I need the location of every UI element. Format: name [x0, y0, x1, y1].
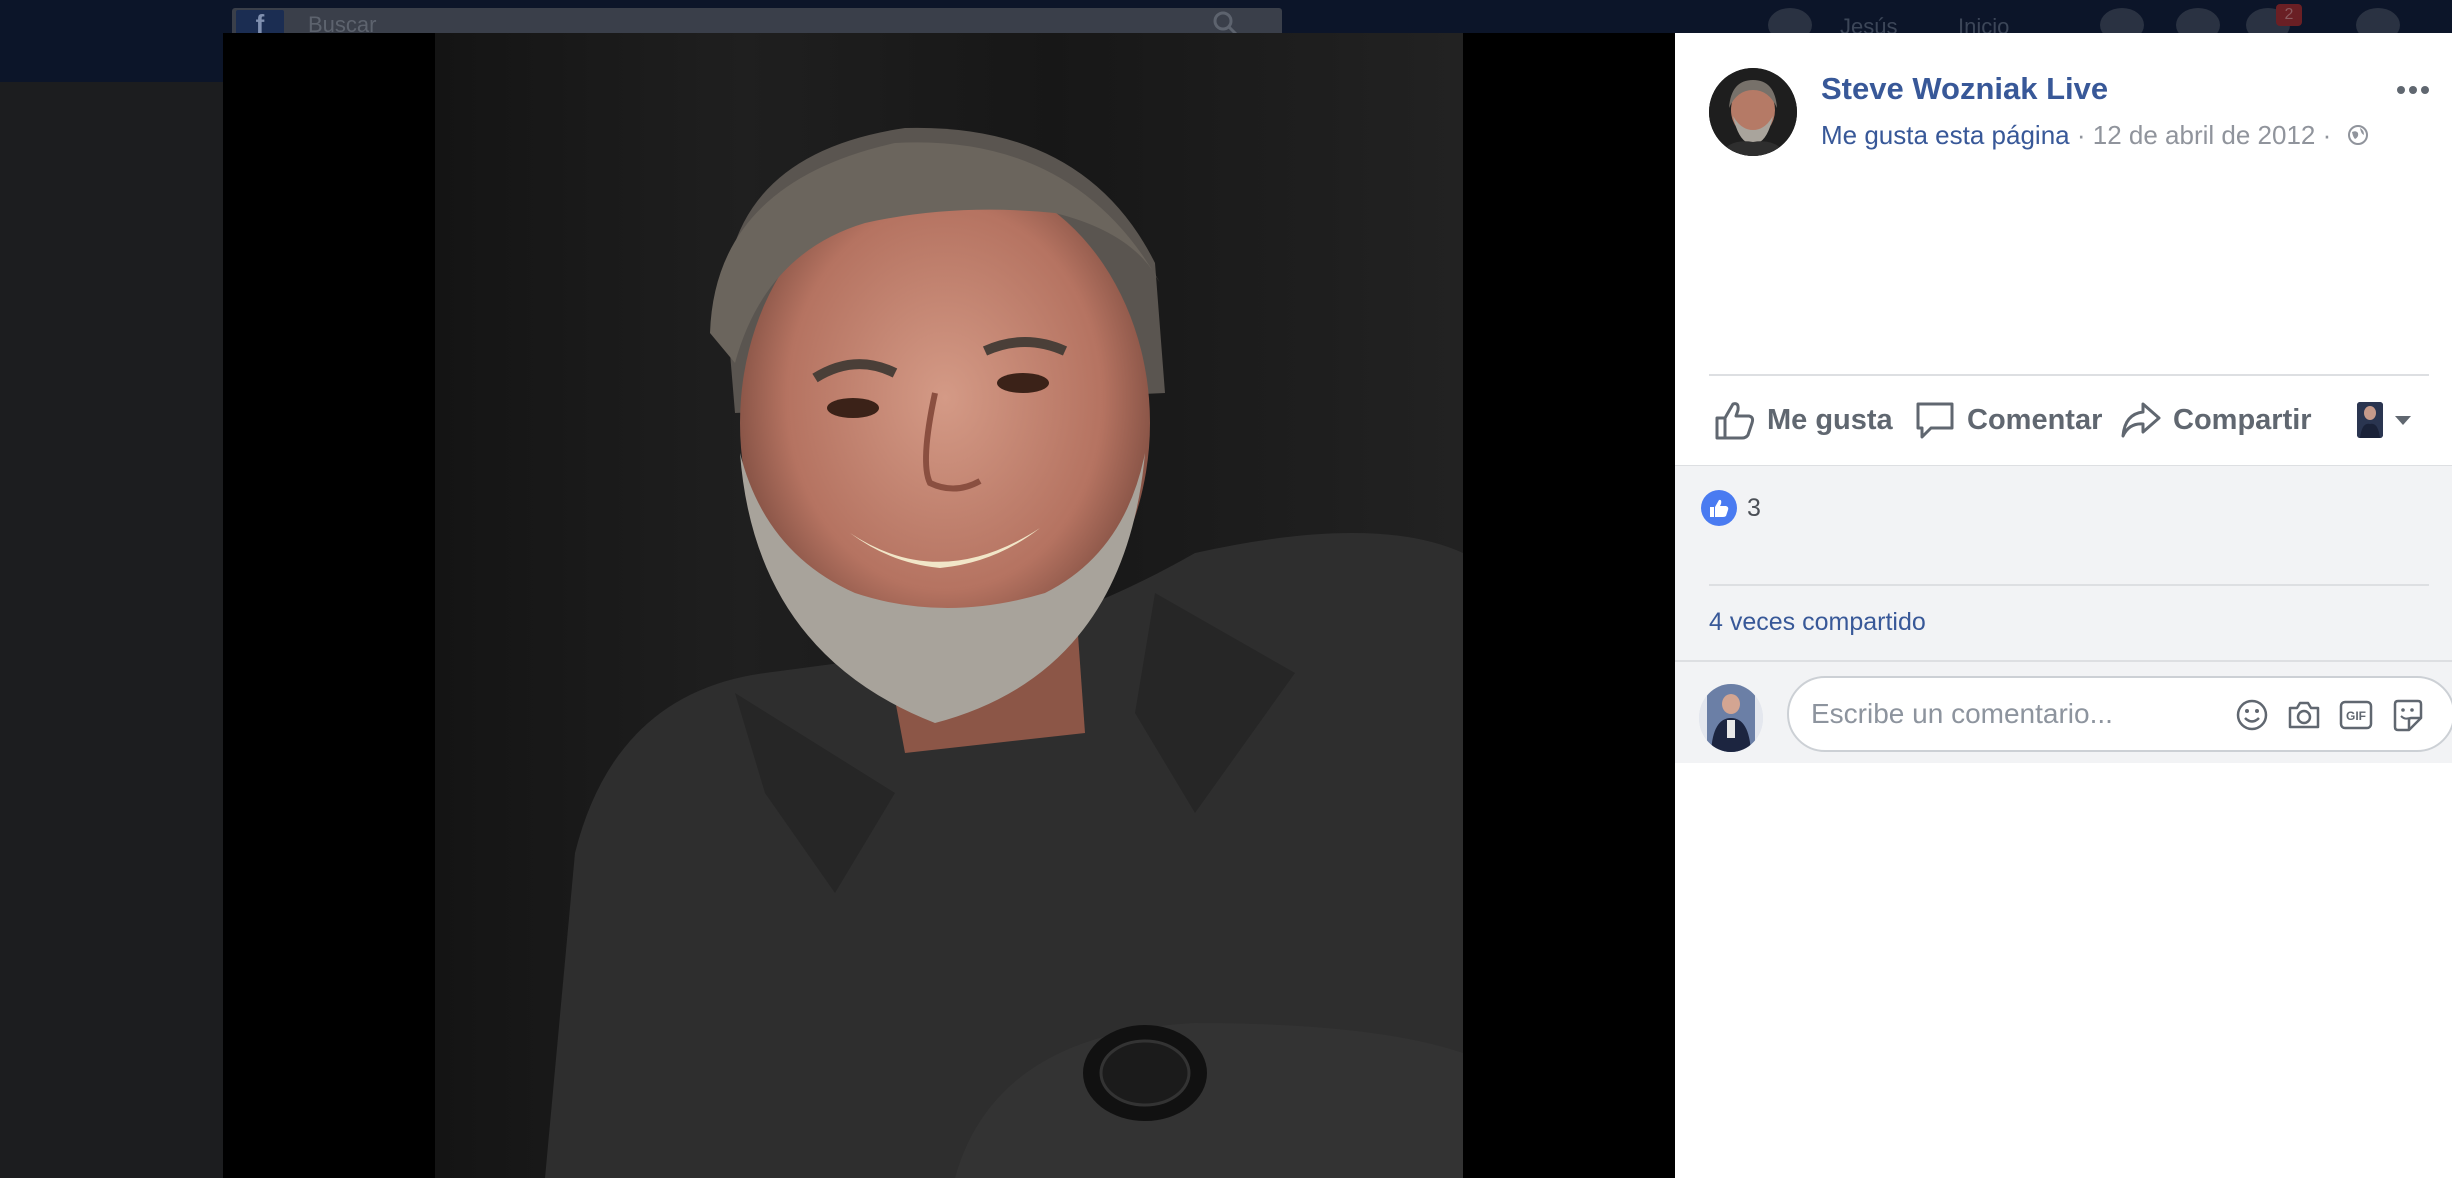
commenter-avatar[interactable]	[1699, 684, 1763, 752]
post-photo[interactable]	[435, 33, 1463, 1178]
like-button-label: Me gusta	[1767, 403, 1893, 436]
comment-button-label: Comentar	[1967, 403, 2103, 436]
post-side-panel: Steve Wozniak Live Me gusta esta página …	[1675, 33, 2452, 1178]
camera-icon[interactable]	[2285, 696, 2323, 734]
meta-separator: ·	[2322, 120, 2332, 150]
divider	[1675, 660, 2452, 662]
audience-selector[interactable]	[2357, 395, 2425, 445]
svg-text:GIF: GIF	[2346, 709, 2366, 723]
divider	[1709, 584, 2429, 586]
page-avatar[interactable]	[1709, 68, 1797, 156]
more-options-icon[interactable]	[2393, 75, 2433, 105]
reaction-count: 3	[1747, 493, 1761, 522]
meta-separator: ·	[2076, 120, 2086, 150]
page-avatar-image	[1709, 68, 1797, 156]
portrait-illustration	[435, 33, 1463, 1178]
like-button[interactable]: Me gusta	[1713, 395, 1893, 445]
comment-bubble-icon	[1916, 402, 1954, 439]
post-actions-bar: Me gusta Comentar Compartir	[1709, 385, 2439, 455]
photo-viewer[interactable]	[223, 33, 1675, 1178]
comment-button[interactable]: Comentar	[1913, 395, 2102, 445]
divider	[1709, 374, 2429, 376]
like-page-link[interactable]: Me gusta esta página	[1821, 120, 2070, 150]
notification-badge: 2	[2276, 4, 2302, 26]
post-date[interactable]: 12 de abril de 2012	[2093, 120, 2316, 150]
thumbs-up-icon	[1715, 402, 1755, 440]
comment-placeholder: Escribe un comentario...	[1811, 698, 2113, 729]
reactions-and-comments: 3 4 veces compartido Escribe un comentar…	[1675, 465, 2452, 763]
page-name-link[interactable]: Steve Wozniak Live	[1821, 71, 2108, 107]
post-meta: Me gusta esta página · 12 de abril de 20…	[1821, 120, 2369, 151]
reactions-summary[interactable]: 3	[1701, 488, 1761, 528]
emoji-icon[interactable]	[2233, 696, 2271, 734]
like-reaction-icon	[1701, 490, 1737, 526]
share-arrow-icon	[2121, 402, 2161, 438]
user-mini-avatar	[2357, 402, 2383, 438]
shares-count-link[interactable]: 4 veces compartido	[1709, 608, 1926, 637]
sticker-icon[interactable]	[2389, 696, 2427, 734]
comment-input[interactable]: Escribe un comentario... GIF	[1787, 676, 2452, 752]
background-left-column	[0, 82, 223, 1178]
gif-icon[interactable]: GIF	[2337, 696, 2375, 734]
globe-icon[interactable]	[2347, 124, 2369, 146]
chevron-down-icon	[2395, 416, 2411, 425]
comment-composer: Escribe un comentario... GIF	[1675, 676, 2452, 756]
share-button[interactable]: Compartir	[2119, 395, 2312, 445]
share-button-label: Compartir	[2173, 403, 2312, 436]
